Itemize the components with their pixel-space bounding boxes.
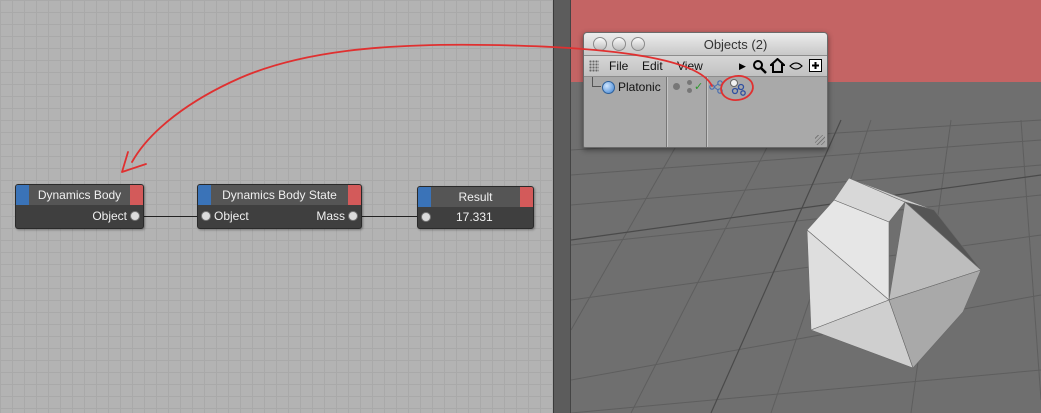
output-port-cap[interactable] bbox=[520, 187, 533, 207]
object-list[interactable]: Platonic ✓ bbox=[584, 77, 827, 147]
node-editor-canvas[interactable]: Dynamics Body Object Dynamics Body State… bbox=[0, 0, 553, 413]
output-port-mass[interactable] bbox=[348, 211, 358, 221]
menu-view[interactable]: View bbox=[677, 59, 703, 73]
platonic-object-icon[interactable] bbox=[602, 81, 615, 94]
add-icon[interactable] bbox=[809, 59, 822, 72]
result-value: 17.331 bbox=[456, 210, 493, 224]
port-label-object: Object bbox=[92, 209, 127, 223]
output-port-object[interactable] bbox=[130, 211, 140, 221]
objects-window[interactable]: Objects (2) File Edit View ▶ Platonic ✓ bbox=[583, 32, 828, 148]
render-visibility-dot-icon[interactable] bbox=[687, 88, 692, 93]
wire-object bbox=[143, 216, 198, 217]
port-label-mass: Mass bbox=[316, 209, 345, 223]
input-port-cap[interactable] bbox=[16, 185, 29, 205]
node-body: 17.331 bbox=[418, 207, 533, 227]
editor-visibility-dot-icon[interactable] bbox=[687, 80, 692, 85]
grip-icon[interactable] bbox=[589, 60, 599, 72]
node-result[interactable]: Result 17.331 bbox=[417, 186, 534, 229]
dynamics-body-tag-icon[interactable] bbox=[729, 78, 747, 96]
node-title: Dynamics Body State bbox=[222, 188, 337, 202]
layer-dot-icon[interactable] bbox=[673, 83, 680, 90]
node-body: Object Mass bbox=[198, 205, 361, 227]
node-header[interactable]: Dynamics Body State bbox=[198, 185, 361, 205]
node-title: Result bbox=[458, 190, 493, 204]
search-icon[interactable] bbox=[752, 59, 767, 74]
wire-mass bbox=[361, 216, 417, 217]
node-header[interactable]: Dynamics Body bbox=[16, 185, 143, 205]
menu-file[interactable]: File bbox=[609, 59, 628, 73]
port-label-object: Object bbox=[214, 209, 249, 223]
node-dynamics-body[interactable]: Dynamics Body Object bbox=[15, 184, 144, 229]
objects-menubar: File Edit View ▶ bbox=[584, 56, 827, 77]
object-name[interactable]: Platonic bbox=[618, 80, 661, 94]
home-icon[interactable] bbox=[770, 58, 785, 73]
output-port-cap[interactable] bbox=[130, 185, 143, 205]
platonic-solid bbox=[806, 177, 982, 369]
node-header[interactable]: Result bbox=[418, 187, 533, 207]
node-body: Object bbox=[16, 205, 143, 227]
input-port-cap[interactable] bbox=[418, 187, 431, 207]
eye-icon[interactable] bbox=[789, 60, 803, 72]
menu-edit[interactable]: Edit bbox=[642, 59, 663, 73]
output-port-cap[interactable] bbox=[348, 185, 361, 205]
input-port-object[interactable] bbox=[201, 211, 211, 221]
node-dynamics-body-state[interactable]: Dynamics Body State Object Mass bbox=[197, 184, 362, 229]
window-title: Objects (2) bbox=[703, 37, 768, 52]
checkmark-icon[interactable]: ✓ bbox=[694, 80, 703, 93]
node-title: Dynamics Body bbox=[37, 188, 122, 202]
play-arrow-icon[interactable]: ▶ bbox=[739, 61, 746, 72]
object-row-platonic[interactable]: Platonic ✓ bbox=[584, 77, 827, 96]
input-port-value[interactable] bbox=[421, 212, 431, 222]
panel-divider[interactable] bbox=[553, 0, 571, 413]
input-port-cap[interactable] bbox=[198, 185, 211, 205]
tree-line bbox=[592, 77, 601, 87]
dynamics-tag-icon[interactable] bbox=[709, 80, 724, 94]
resize-grip-icon[interactable] bbox=[815, 135, 825, 145]
window-titlebar[interactable]: Objects (2) bbox=[584, 33, 827, 56]
